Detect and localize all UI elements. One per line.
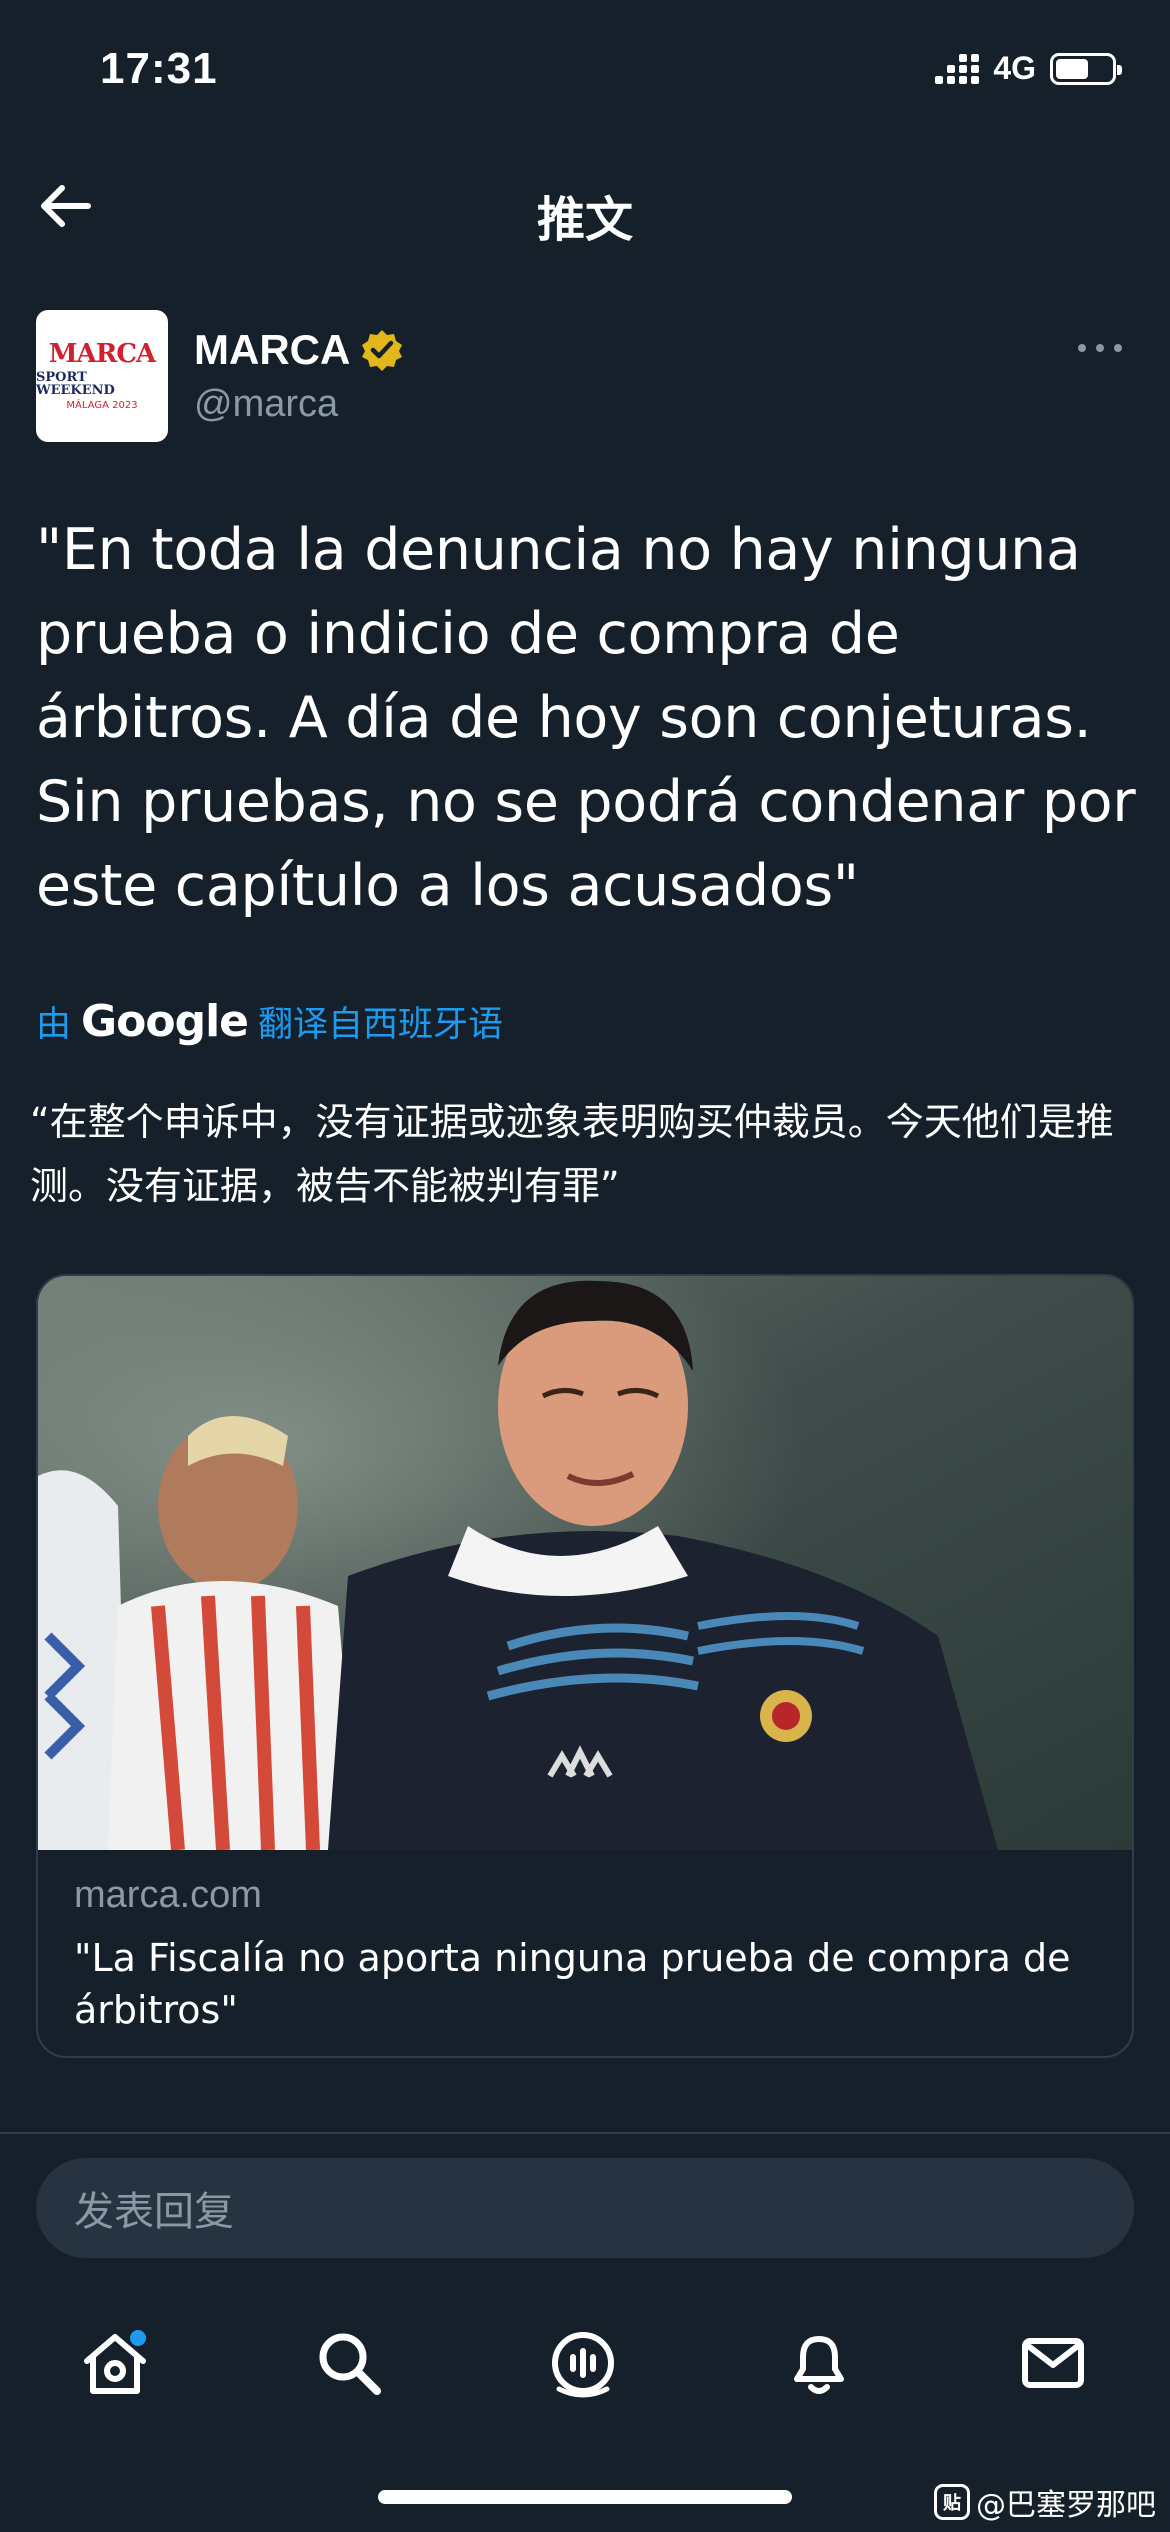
network-type: 4G — [993, 50, 1036, 86]
avatar[interactable]: MARCA SPORT WEEKEND MÁLAGA 2023 — [36, 310, 168, 442]
watermark: 贴 @巴塞罗那吧 — [934, 2480, 1156, 2524]
tab-search[interactable] — [304, 2318, 394, 2408]
more-dot-icon — [1114, 344, 1122, 352]
translation-prefix: 由 — [36, 1005, 72, 1045]
reply-placeholder: 发表回复 — [74, 2189, 234, 2235]
translation-attribution[interactable]: 由 Google 翻译自西班牙语 — [36, 996, 503, 1047]
more-options-button[interactable] — [1070, 336, 1130, 360]
author-name: MARCA — [194, 326, 351, 373]
status-indicators: 4G — [935, 50, 1122, 87]
tab-messages[interactable] — [1008, 2318, 1098, 2408]
battery-icon — [1050, 52, 1122, 85]
divider — [0, 2132, 1170, 2134]
tab-home[interactable] — [70, 2318, 160, 2408]
watermark-text: @巴塞罗那吧 — [976, 2488, 1156, 2523]
article-image — [38, 1276, 1132, 1850]
reply-input[interactable]: 发表回复 — [36, 2158, 1134, 2258]
search-icon — [319, 2333, 381, 2395]
tieba-logo-icon: 贴 — [934, 2484, 970, 2520]
google-logo: Google — [81, 996, 249, 1047]
signal-icon — [935, 53, 980, 84]
link-card[interactable]: marca.com "La Fiscalía no aporta ninguna… — [36, 1274, 1134, 2058]
page-title: 推文 — [536, 192, 633, 248]
tab-notifications[interactable] — [774, 2318, 864, 2408]
card-domain: marca.com — [74, 1874, 262, 1916]
card-title: "La Fiscalía no aporta ninguna prueba de… — [74, 1936, 1071, 2032]
referee-photo — [38, 1276, 1132, 1850]
verified-badge-icon — [362, 330, 403, 371]
author-handle[interactable]: @marca — [194, 383, 338, 426]
avatar-location-text: MÁLAGA 2023 — [66, 400, 138, 411]
author-name-row[interactable]: MARCA — [194, 326, 404, 374]
status-time: 17:31 — [100, 44, 218, 93]
avatar-event-text: SPORT WEEKEND — [36, 370, 115, 398]
more-dot-icon — [1096, 344, 1104, 352]
spaces-icon — [552, 2332, 614, 2398]
translation-language: 翻译自西班牙语 — [258, 1005, 504, 1045]
translated-text: “在整个申诉中，没有证据或迹象表明购买仲裁员。今天他们是推测。没有证据，被告不能… — [30, 1100, 1114, 1208]
notification-dot — [130, 2330, 146, 2346]
avatar-brand-text: MARCA — [48, 339, 156, 369]
bell-icon — [794, 2336, 844, 2394]
mail-icon — [1022, 2338, 1084, 2388]
home-indicator[interactable] — [378, 2490, 792, 2504]
tweet-text: "En toda la denuncia no hay ninguna prue… — [36, 517, 1136, 919]
tab-spaces[interactable] — [538, 2318, 628, 2408]
more-dot-icon — [1078, 344, 1086, 352]
